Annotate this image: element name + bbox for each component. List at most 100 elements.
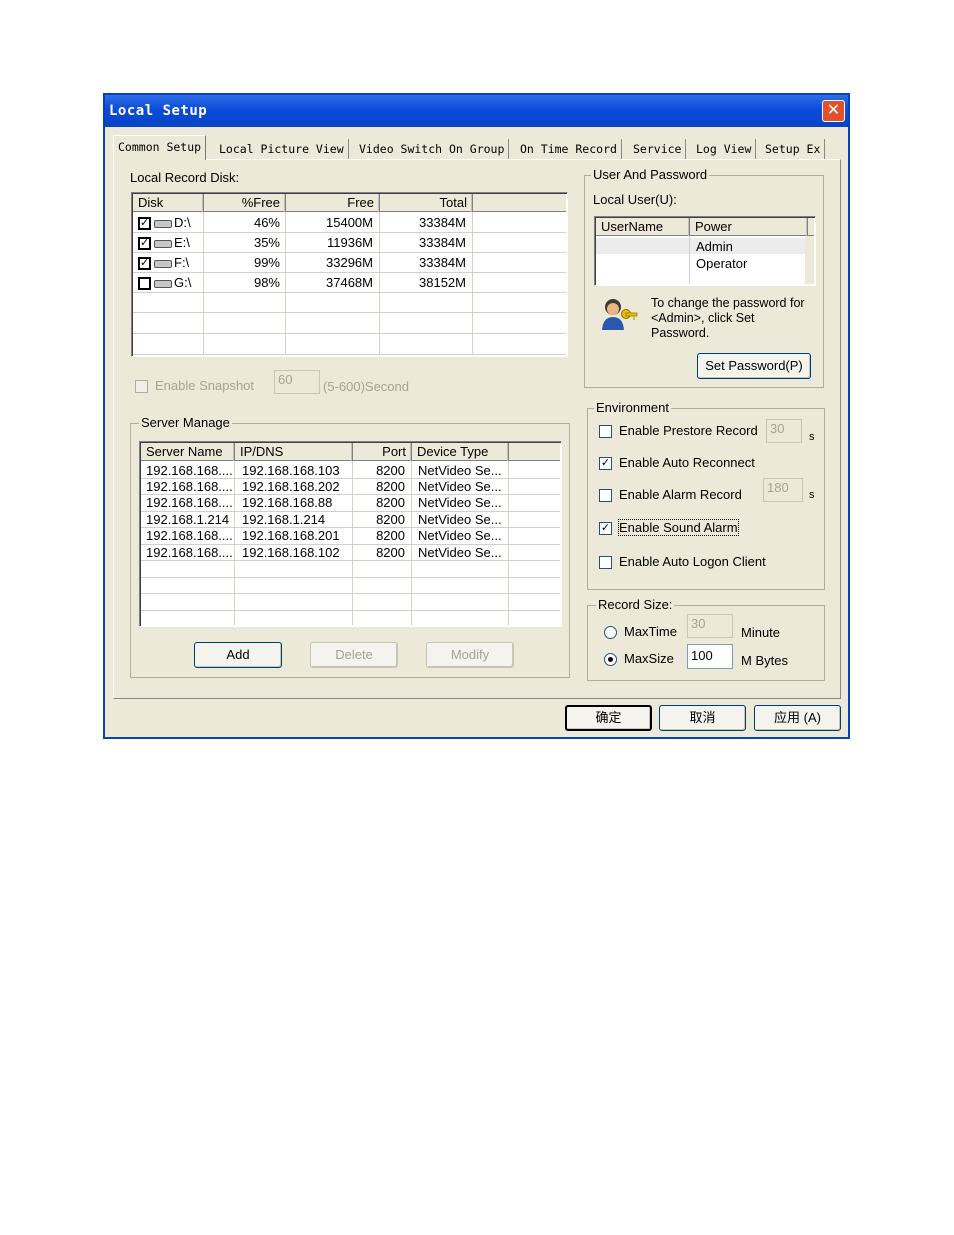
user-list-header: UserName Power	[596, 218, 814, 236]
maxtime-label[interactable]: MaxTime	[624, 624, 677, 639]
col-device-type[interactable]: Device Type	[412, 443, 509, 461]
maxtime-input[interactable]: 30	[687, 614, 733, 638]
server-list[interactable]: Server Name IP/DNS Port Device Type 192.…	[139, 441, 562, 627]
disk-list-header: Disk %Free Free Total	[133, 194, 566, 212]
auto-reconnect-label[interactable]: Enable Auto Reconnect	[619, 455, 755, 470]
window-title: Local Setup	[109, 103, 208, 119]
disk-f-checkbox[interactable]: ✓	[138, 257, 151, 270]
col-power[interactable]: Power	[690, 218, 808, 236]
environment-label: Environment	[594, 400, 671, 415]
enable-snapshot-checkbox[interactable]	[135, 380, 148, 393]
snapshot-seconds-input[interactable]: 60	[274, 370, 320, 394]
close-button[interactable]: ✕	[822, 100, 845, 122]
maxtime-radio[interactable]	[604, 626, 617, 639]
col-port[interactable]: Port	[353, 443, 412, 461]
user-password-label: User And Password	[591, 167, 710, 182]
title-bar[interactable]: Local Setup ✕	[105, 95, 848, 127]
server-port-cell: 8200	[376, 528, 405, 543]
disk-d-checkbox[interactable]: ✓	[138, 217, 151, 230]
col-pct-free[interactable]: %Free	[204, 194, 286, 212]
cancel-button[interactable]: 取消	[659, 705, 746, 731]
drive-icon	[154, 260, 172, 268]
tab-setup-ex[interactable]: Setup Ex	[761, 139, 826, 159]
modify-server-button[interactable]: Modify	[426, 642, 514, 668]
user-list-scrollbar[interactable]	[805, 236, 814, 284]
alarm-record-seconds-input[interactable]: 180	[763, 478, 803, 502]
auto-logon-checkbox[interactable]	[599, 556, 612, 569]
disk-f-pct: 99%	[253, 255, 280, 270]
add-server-button[interactable]: Add	[194, 642, 282, 668]
disk-list[interactable]: Disk %Free Free Total ✓ D:\ 46% 15400M 3…	[131, 192, 568, 357]
server-ip-cell: 192.168.168.201	[242, 528, 340, 543]
alarm-record-checkbox[interactable]	[599, 489, 612, 502]
disk-d-free: 15400M	[326, 215, 373, 230]
col-ip-dns[interactable]: IP/DNS	[235, 443, 353, 461]
server-type-cell: NetVideo Se...	[418, 495, 502, 510]
col-server-name[interactable]: Server Name	[141, 443, 235, 461]
password-hint-line1: To change the password for	[651, 296, 805, 310]
tab-local-picture-view[interactable]: Local Picture View	[215, 139, 349, 159]
ok-button[interactable]: 确定	[565, 705, 652, 731]
disk-d-total: 33384M	[419, 215, 466, 230]
auto-reconnect-checkbox[interactable]: ✓	[599, 457, 612, 470]
prestore-seconds-input[interactable]: 30	[766, 419, 802, 443]
local-record-disk-label: Local Record Disk:	[130, 170, 240, 185]
col-free[interactable]: Free	[286, 194, 380, 212]
disk-f-total: 33384M	[419, 255, 466, 270]
col-disk[interactable]: Disk	[133, 194, 204, 212]
enable-snapshot-label: Enable Snapshot	[155, 378, 255, 393]
server-ip-cell: 192.168.168.102	[242, 545, 340, 560]
user-power-cell: Admin	[696, 239, 733, 254]
server-list-header: Server Name IP/DNS Port Device Type	[141, 443, 560, 461]
maxsize-label[interactable]: MaxSize	[624, 651, 674, 666]
server-ip-cell: 192.168.168.88	[242, 495, 333, 510]
disk-e-free: 11936M	[326, 235, 373, 250]
prestore-unit: s	[809, 431, 815, 443]
maxtime-unit: Minute	[741, 625, 781, 640]
server-name-cell: 192.168.1.214	[146, 512, 230, 527]
drive-icon	[154, 240, 172, 248]
auto-logon-label[interactable]: Enable Auto Logon Client	[619, 554, 766, 569]
col-username[interactable]: UserName	[596, 218, 690, 236]
server-manage-label: Server Manage	[139, 415, 232, 430]
server-port-cell: 8200	[376, 545, 405, 560]
tab-video-switch-on-group[interactable]: Video Switch On Group	[355, 139, 510, 159]
server-type-cell: NetVideo Se...	[418, 512, 502, 527]
password-hint-line3: Password.	[651, 326, 710, 340]
record-size-label: Record Size:	[596, 597, 675, 612]
local-user-label: Local User(U):	[593, 192, 677, 207]
user-password-group: User And Password Local User(U): UserNam…	[584, 167, 824, 388]
delete-server-button[interactable]: Delete	[310, 642, 398, 668]
disk-e-checkbox[interactable]: ✓	[138, 237, 151, 250]
tab-on-time-record[interactable]: On Time Record	[516, 139, 622, 159]
drive-icon	[154, 220, 172, 228]
maxsize-radio[interactable]	[604, 653, 617, 666]
server-port-cell: 8200	[376, 479, 405, 494]
prestore-record-checkbox[interactable]	[599, 425, 612, 438]
users-key-icon	[602, 299, 638, 330]
close-icon: ✕	[826, 102, 841, 119]
local-setup-window: Local Setup ✕ Common Setup Local Picture…	[103, 93, 850, 739]
sound-alarm-label[interactable]: Enable Sound Alarm	[618, 519, 739, 536]
disk-e-total: 33384M	[419, 235, 466, 250]
disk-f-name: F:\	[174, 255, 190, 270]
disk-g-checkbox[interactable]	[138, 277, 151, 290]
user-list[interactable]: UserName Power Admin Operator	[594, 216, 816, 286]
col-total[interactable]: Total	[380, 194, 473, 212]
maxsize-input[interactable]: 100	[687, 644, 733, 669]
server-port-cell: 8200	[376, 512, 405, 527]
disk-g-pct: 98%	[253, 275, 280, 290]
apply-button[interactable]: 应用 (A)	[754, 705, 841, 731]
prestore-record-label[interactable]: Enable Prestore Record	[619, 423, 758, 438]
record-size-group: Record Size: MaxTime 30 Minute MaxSize 1…	[587, 597, 825, 681]
tab-service[interactable]: Service	[629, 139, 687, 159]
server-type-cell: NetVideo Se...	[418, 528, 502, 543]
tab-common-setup[interactable]: Common Setup	[113, 135, 207, 160]
common-setup-panel: Local Record Disk: Disk %Free Free Total…	[113, 159, 841, 699]
tab-log-view[interactable]: Log View	[692, 139, 757, 159]
set-password-button[interactable]: Set Password(P)	[697, 353, 811, 379]
disk-g-name: G:\	[174, 275, 192, 290]
sound-alarm-checkbox[interactable]: ✓	[599, 522, 612, 535]
server-ip-cell: 192.168.168.202	[242, 479, 340, 494]
alarm-record-label[interactable]: Enable Alarm Record	[619, 487, 742, 502]
